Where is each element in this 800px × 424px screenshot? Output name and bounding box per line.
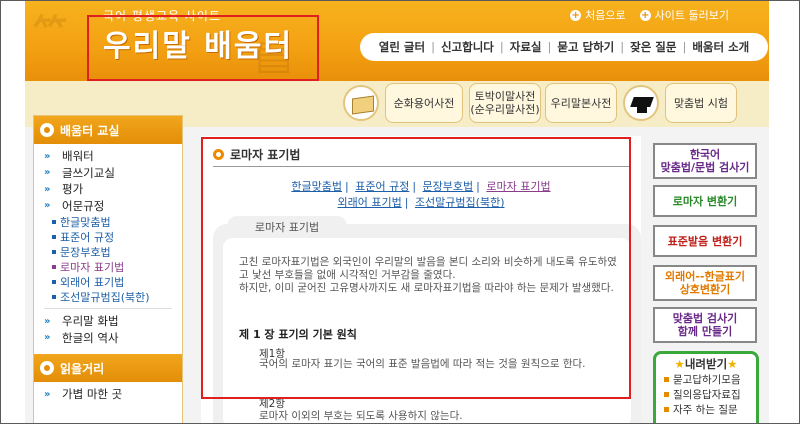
- star-icon: ★: [727, 357, 738, 371]
- sidebar-item-speech[interactable]: » 우리말 화법: [44, 313, 182, 330]
- sidebar-item-history[interactable]: » 한글의 역사: [44, 330, 182, 347]
- pronunciation-converter-button[interactable]: 표준발음 변환기: [653, 225, 757, 257]
- background-glyph-decoration: ⺮: [33, 13, 67, 53]
- sidebar-item-writing[interactable]: » 글쓰기교실: [44, 165, 182, 182]
- sidebar-section-header: 배움터 교실: [34, 116, 182, 144]
- left-sidebar: 배움터 교실 » 배워터 » 글쓰기교실 » 평가 » 어문규정 한글맞춤법 표준어 규…: [33, 115, 183, 423]
- sidebar-item-evaluation[interactable]: » 평가: [44, 181, 182, 198]
- square-bullet-icon: [52, 279, 56, 284]
- double-arrow-icon: »: [44, 200, 51, 212]
- download-box: ★내려받기★ 묻고답하기모음 질의응답자료집 자주 하는 질문: [653, 351, 759, 423]
- book-icon: [343, 85, 379, 121]
- plus-icon: +: [570, 9, 582, 21]
- download-item[interactable]: 묻고답하기모음: [656, 372, 756, 387]
- sidebar-section-header-reading: 읽을거리: [34, 354, 182, 382]
- square-bullet-icon: [52, 234, 56, 239]
- double-arrow-icon: »: [44, 167, 51, 179]
- home-link[interactable]: + 처음으로: [570, 7, 626, 23]
- square-bullet-icon: [52, 264, 56, 269]
- download-item[interactable]: 질의응답자료집: [656, 387, 756, 402]
- sidebar-item-reading[interactable]: » 가볍 마한 곳: [44, 386, 182, 403]
- double-arrow-icon: »: [44, 183, 51, 195]
- sidebar-item-main[interactable]: » 배워터: [44, 148, 182, 165]
- annotation-highlight-title: [87, 15, 319, 81]
- sitemap-link[interactable]: + 사이트 둘러보기: [639, 7, 729, 23]
- dict-grammar[interactable]: 우리말본사전: [545, 83, 617, 123]
- graduation-cap-icon: [623, 85, 659, 121]
- square-bullet-icon: [664, 407, 669, 412]
- nav-open-board[interactable]: 열린 글터: [379, 39, 425, 55]
- article-2-text: 로마자 이외의 부호는 되도록 사용하지 않는다.: [259, 410, 463, 422]
- download-header: ★내려받기★: [674, 357, 738, 371]
- sidebar-sub-standard[interactable]: 표준어 규정: [44, 229, 182, 244]
- nav-about[interactable]: 배움터 소개: [692, 39, 749, 55]
- sidebar-item-regulations[interactable]: » 어문규정: [44, 198, 182, 215]
- double-arrow-icon: »: [44, 315, 51, 327]
- dict-purification[interactable]: 순화용어사전: [385, 83, 463, 123]
- nav-archive[interactable]: 자료실: [510, 39, 542, 55]
- annotation-highlight-content: [201, 137, 631, 399]
- loanword-converter-button[interactable]: 외래어--한글표기 상호변환기: [653, 265, 757, 301]
- sidebar-sub-spelling[interactable]: 한글맞춤법: [44, 214, 182, 229]
- square-bullet-icon: [52, 294, 56, 299]
- divider: [44, 308, 172, 309]
- grammar-checker-button[interactable]: 한국어 맞춤법/문법 검사기: [653, 143, 757, 179]
- main-nav: 열린 글터 | 신고합니다 | 자료실 | 묻고 답하기 | 잦은 질문 | 배움터 소개: [360, 33, 768, 61]
- romanization-converter-button[interactable]: 로마자 변환기: [653, 185, 757, 217]
- sidebar-sub-north[interactable]: 조선말규범집(북한): [44, 289, 182, 304]
- nav-faq[interactable]: 잦은 질문: [630, 39, 676, 55]
- square-bullet-icon: [664, 377, 669, 382]
- nav-qna[interactable]: 묻고 답하기: [557, 39, 614, 55]
- dict-native-words[interactable]: 토박이말사전 (순우리말사전): [469, 83, 541, 123]
- square-bullet-icon: [52, 249, 56, 254]
- nav-report[interactable]: 신고합니다: [441, 39, 494, 55]
- double-arrow-icon: »: [44, 388, 51, 400]
- top-links: + 처음으로 + 사이트 둘러보기: [570, 7, 729, 23]
- sidebar-sub-romanization[interactable]: 로마자 표기법: [44, 259, 182, 274]
- square-bullet-icon: [664, 392, 669, 397]
- sidebar-sub-punctuation[interactable]: 문장부호법: [44, 244, 182, 259]
- sidebar-sub-loanword[interactable]: 외래어 표기법: [44, 274, 182, 289]
- download-item[interactable]: 자주 하는 질문: [656, 402, 756, 417]
- plus-icon: +: [639, 9, 651, 21]
- spelling-test-button[interactable]: 맞춤법 시험: [665, 83, 737, 123]
- bullet-icon: [40, 123, 54, 137]
- double-arrow-icon: »: [44, 332, 51, 344]
- browser-viewport: ⺮ ▤ 국어 평생교육 사이트· 우리말 배움터 + 처음으로 + 사이트 둘러보기…: [0, 0, 800, 424]
- square-bullet-icon: [52, 219, 56, 224]
- star-icon: ★: [674, 357, 685, 371]
- spellcheck-together-button[interactable]: 맞춤법 검사기 함께 만들기: [653, 307, 757, 343]
- bullet-icon: [40, 361, 54, 375]
- double-arrow-icon: »: [44, 150, 51, 162]
